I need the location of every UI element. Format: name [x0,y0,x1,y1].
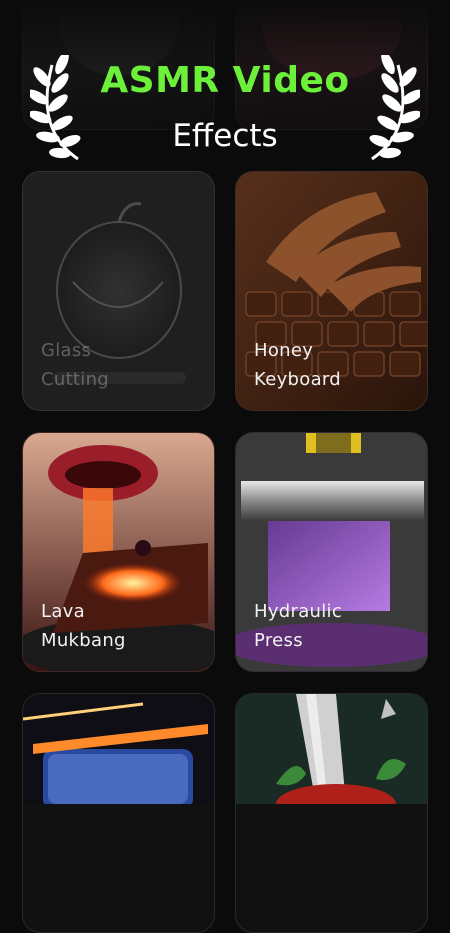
effect-card-glass-cutting[interactable]: Glass Cutting [22,171,215,411]
effect-label: Glass Cutting [41,340,110,390]
header: ASMR Video Effects [0,0,450,175]
effect-card-hydraulic-press[interactable]: Hydraulic Press [235,432,428,672]
effect-label: Honey Keyboard [254,340,342,390]
page-title: ASMR Video [100,60,350,101]
card-thumbnail [23,694,214,809]
effect-card-honey-keyboard[interactable]: Honey Keyboard [235,171,428,411]
effect-card-lava-mukbang[interactable]: Lava Mukbang [22,432,215,672]
effect-label: Lava Mukbang [41,601,126,651]
effect-label: Hydraulic Press [254,601,343,651]
page-subtitle: Effects [172,118,278,154]
card-thumbnail [236,694,427,824]
effect-card-knife-strawberry[interactable] [235,693,428,933]
effect-card-ice-cutting[interactable] [22,693,215,933]
